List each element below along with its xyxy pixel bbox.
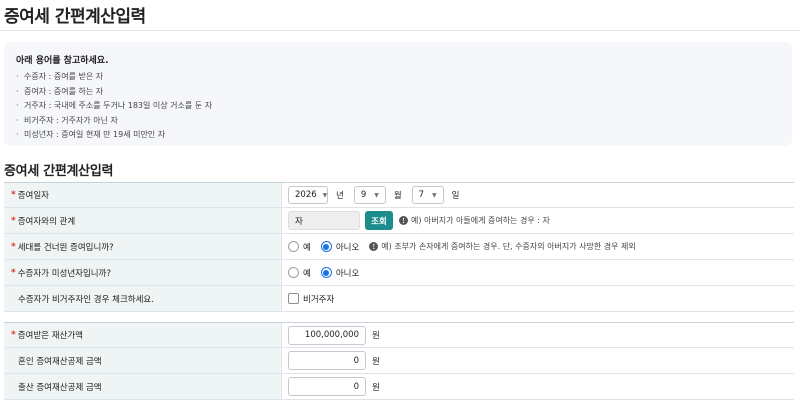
info-icon: !: [369, 242, 379, 251]
gift-tax-form: * 증여일자 2026 ▼ 년 9 ▼ 월 7 ▼ 일 * 증여자와의 관계 자 조회 !…: [4, 182, 794, 400]
marriage-deduction-unit: 원: [372, 356, 380, 367]
gift-amount-input[interactable]: 100,000,000: [288, 325, 366, 345]
chevron-down-icon: ▼: [374, 191, 379, 199]
radio-circle: [288, 241, 299, 252]
row-birth-deduction: 출산 증여재산공제 금액 0 원: [4, 374, 794, 400]
chevron-down-icon: ▼: [322, 191, 328, 199]
row-generation-skip: * 세대를 건너뛴 증여입니까? 예 아니오 ! 예) 조부가 손자에게 증여하는 …: [4, 234, 794, 260]
required-mark: *: [11, 330, 16, 340]
required-mark: *: [11, 241, 16, 252]
page-title: 증여세 간편계산입력: [4, 7, 146, 27]
row-marriage-deduction: 혼인 증여재산공제 금액 0 원: [4, 348, 794, 374]
notice-item: · 비거주자 : 거주자가 아닌 자: [16, 115, 118, 125]
value-marriage-deduction: 0 원: [282, 348, 794, 373]
section-title: 증여세 간편계산입력: [4, 164, 114, 179]
day-unit: 일: [451, 191, 460, 201]
terms-notice-box: 아래 용어를 참고하세요. · 수증자 : 증여를 받은 자 · 증여자 : 증여를…: [4, 42, 792, 146]
notice-item: · 거주자 : 국내에 주소를 두거나 183일 이상 거소를 둔 자: [16, 101, 213, 110]
label-minor: * 수증자가 미성년자입니까?: [4, 260, 282, 285]
value-gift-date: 2026 ▼ 년 9 ▼ 월 7 ▼ 일: [282, 183, 794, 207]
required-mark: *: [11, 215, 16, 226]
relation-field: 자: [288, 211, 360, 230]
value-non-resident: 비거주자: [282, 286, 794, 311]
required-mark: *: [11, 190, 16, 200]
label-marriage-deduction: 혼인 증여재산공제 금액: [4, 348, 282, 373]
radio-circle-selected: [320, 267, 332, 278]
value-generation-skip: 예 아니오 ! 예) 조부가 손자에게 증여하는 경우. 단, 수증자의 아버지가…: [282, 234, 794, 259]
generation-skip-yes-radio[interactable]: 예: [288, 241, 311, 253]
value-minor: 예 아니오: [282, 260, 794, 285]
label-gift-date: * 증여일자: [4, 183, 282, 207]
checkbox-box: [288, 293, 299, 304]
radio-circle: [288, 267, 299, 278]
year-unit: 년: [336, 191, 344, 201]
row-gift-amount: * 증여받은 재산가액 100,000,000 원: [4, 322, 794, 348]
value-gift-amount: 100,000,000 원: [282, 323, 794, 347]
birth-deduction-input[interactable]: 0: [288, 377, 366, 396]
chevron-down-icon: ▼: [432, 191, 437, 199]
day-select[interactable]: 7 ▼: [411, 186, 444, 204]
year-select[interactable]: 2026 ▼: [288, 186, 328, 204]
label-gift-amount: * 증여받은 재산가액: [4, 323, 282, 347]
notice-item: · 미성년자 : 증여일 현재 만 19세 미만인 자: [16, 130, 166, 139]
minor-no-radio[interactable]: 아니오: [320, 267, 359, 279]
label-relation: * 증여자와의 관계: [4, 208, 282, 233]
row-minor: * 수증자가 미성년자입니까? 예 아니오: [4, 260, 794, 286]
generation-skip-hint: ! 예) 조부가 손자에게 증여하는 경우. 단, 수증자의 아버지가 사망한 경…: [369, 241, 636, 252]
row-gift-date: * 증여일자 2026 ▼ 년 9 ▼ 월 7 ▼ 일: [4, 182, 794, 208]
relation-hint: ! 예) 아버지가 아들에게 증여하는 경우 : 자: [399, 215, 550, 226]
notice-item: · 증여자 : 증여를 하는 자: [16, 86, 104, 96]
month-unit: 월: [393, 191, 402, 201]
gift-amount-unit: 원: [372, 331, 380, 341]
radio-circle-selected: [320, 241, 332, 252]
value-relation: 자 조회 ! 예) 아버지가 아들에게 증여하는 경우 : 자: [282, 208, 794, 233]
value-birth-deduction: 0 원: [282, 374, 794, 399]
required-mark: *: [11, 267, 16, 278]
notice-title: 아래 용어를 참고하세요.: [16, 56, 109, 66]
month-select[interactable]: 9 ▼: [353, 186, 386, 204]
label-non-resident: 수증자가 비거주자인 경우 체크하세요.: [4, 286, 282, 311]
non-resident-checkbox[interactable]: 비거주자: [288, 293, 334, 305]
notice-item: · 수증자 : 증여를 받은 자: [16, 72, 104, 81]
label-birth-deduction: 출산 증여재산공제 금액: [4, 374, 282, 399]
marriage-deduction-input[interactable]: 0: [288, 351, 366, 370]
birth-deduction-unit: 원: [372, 382, 380, 393]
generation-skip-no-radio[interactable]: 아니오: [320, 241, 359, 253]
relation-lookup-button[interactable]: 조회: [365, 211, 393, 230]
label-generation-skip: * 세대를 건너뛴 증여입니까?: [4, 234, 282, 259]
info-icon: !: [399, 216, 408, 225]
row-relation: * 증여자와의 관계 자 조회 ! 예) 아버지가 아들에게 증여하는 경우 : 자: [4, 208, 794, 234]
row-non-resident: 수증자가 비거주자인 경우 체크하세요. 비거주자: [4, 286, 794, 312]
minor-yes-radio[interactable]: 예: [288, 267, 311, 279]
title-divider: [0, 30, 800, 31]
